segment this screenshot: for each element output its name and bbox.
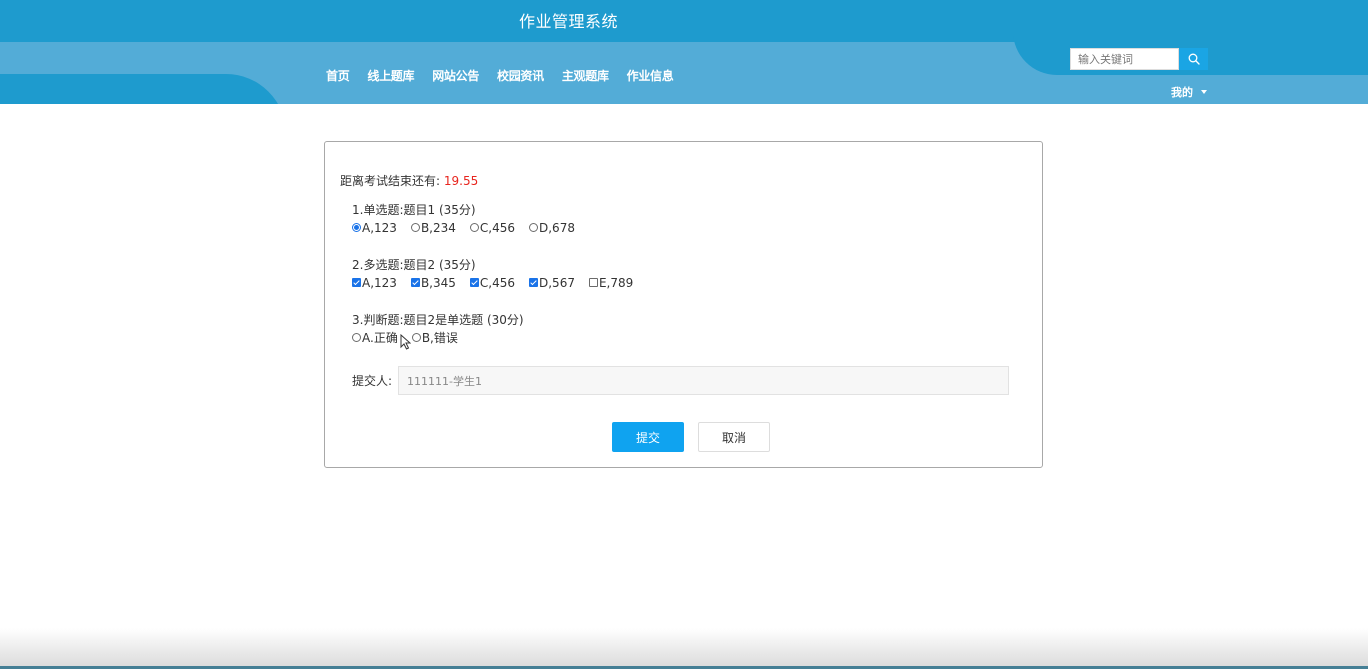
option-radio[interactable]: B,234 bbox=[410, 220, 456, 235]
exam-card: 距离考试结束还有: 19.55 1.单选题:题目1 (35分) A,123 B,… bbox=[324, 141, 1043, 468]
nav-item-subjective-bank[interactable]: 主观题库 bbox=[562, 67, 609, 84]
checkbox-checked[interactable] bbox=[529, 278, 538, 287]
option-label: D,567 bbox=[539, 275, 575, 290]
caret-down-icon bbox=[1201, 90, 1207, 94]
header-decoration-left bbox=[0, 74, 286, 104]
submitter-label: 提交人: bbox=[352, 374, 393, 388]
nav-item-announcements[interactable]: 网站公告 bbox=[432, 67, 479, 84]
option-label: A,123 bbox=[362, 275, 397, 290]
radio-checked[interactable] bbox=[352, 223, 361, 232]
mouse-cursor-icon bbox=[400, 334, 411, 350]
question-options: A,123 B,345 C,456 D,567 E,789 bbox=[352, 274, 647, 291]
submit-button[interactable]: 提交 bbox=[612, 422, 684, 452]
timer-label: 距离考试结束还有: bbox=[340, 174, 441, 188]
footer bbox=[0, 628, 1368, 666]
option-checkbox[interactable]: D,567 bbox=[529, 276, 575, 290]
timer-value: 19.55 bbox=[443, 174, 479, 188]
submitter-field[interactable] bbox=[398, 366, 1009, 395]
cancel-button[interactable]: 取消 bbox=[698, 422, 770, 452]
option-checkbox[interactable]: A,123 bbox=[352, 276, 397, 290]
radio-unchecked[interactable] bbox=[529, 223, 538, 232]
option-label: A,123 bbox=[362, 220, 397, 235]
option-radio[interactable]: A.正确 bbox=[352, 329, 398, 346]
radio-unchecked[interactable] bbox=[469, 223, 479, 232]
nav-item-home[interactable]: 首页 bbox=[326, 67, 350, 84]
option-radio[interactable]: B,错误 bbox=[411, 329, 458, 346]
option-label: B,错误 bbox=[421, 331, 458, 345]
option-radio[interactable]: D,678 bbox=[529, 221, 575, 235]
option-label: C,456 bbox=[479, 220, 515, 235]
checkbox-unchecked[interactable] bbox=[588, 278, 598, 287]
site-header: 作业管理系统 首页 线上题库 网站公告 校园资讯 主观题库 作业信息 我的 bbox=[0, 0, 1368, 104]
app-title: 作业管理系统 bbox=[519, 12, 619, 31]
question-title: 2.多选题:题目2 (35分) bbox=[352, 258, 476, 272]
option-checkbox[interactable]: C,456 bbox=[469, 275, 515, 290]
option-label: E,789 bbox=[598, 275, 634, 290]
submitter-row: 提交人: bbox=[352, 366, 1009, 395]
option-label: B,345 bbox=[420, 275, 456, 290]
question-3: 3.判断题:题目2是单选题 (30分) A.正确 B,错误 bbox=[352, 312, 524, 346]
question-1: 1.单选题:题目1 (35分) A,123 B,234 C,456 D,678 bbox=[352, 202, 589, 236]
checkbox-checked[interactable] bbox=[410, 278, 420, 287]
main-nav: 首页 线上题库 网站公告 校园资讯 主观题库 作业信息 bbox=[326, 67, 674, 84]
question-title: 3.判断题:题目2是单选题 (30分) bbox=[352, 313, 524, 327]
search-box bbox=[1070, 48, 1208, 70]
option-checkbox[interactable]: E,789 bbox=[588, 275, 634, 290]
checkbox-checked[interactable] bbox=[469, 278, 479, 287]
option-radio[interactable]: A,123 bbox=[352, 221, 397, 235]
user-menu-label: 我的 bbox=[1171, 86, 1193, 99]
nav-item-campus-news[interactable]: 校园资讯 bbox=[497, 67, 544, 84]
question-options: A,123 B,234 C,456 D,678 bbox=[352, 219, 589, 236]
search-button[interactable] bbox=[1179, 48, 1208, 70]
radio-unchecked[interactable] bbox=[352, 333, 361, 342]
question-2: 2.多选题:题目2 (35分) A,123 B,345 C,456 D,567 … bbox=[352, 257, 647, 291]
exam-timer: 距离考试结束还有: 19.55 bbox=[340, 172, 478, 189]
option-label: B,234 bbox=[420, 220, 456, 235]
question-title: 1.单选题:题目1 (35分) bbox=[352, 203, 476, 217]
search-icon bbox=[1188, 53, 1200, 65]
question-options: A.正确 B,错误 bbox=[352, 329, 524, 346]
checkbox-checked[interactable] bbox=[352, 278, 361, 287]
nav-item-homework-info[interactable]: 作业信息 bbox=[627, 67, 674, 84]
option-label: D,678 bbox=[539, 220, 575, 235]
option-label: C,456 bbox=[479, 275, 515, 290]
user-menu[interactable]: 我的 bbox=[1171, 84, 1207, 100]
nav-item-online-bank[interactable]: 线上题库 bbox=[367, 67, 414, 84]
radio-unchecked[interactable] bbox=[410, 223, 420, 232]
radio-unchecked[interactable] bbox=[411, 333, 421, 342]
option-radio[interactable]: C,456 bbox=[469, 220, 515, 235]
option-checkbox[interactable]: B,345 bbox=[410, 275, 456, 290]
search-input[interactable] bbox=[1070, 48, 1179, 70]
option-label: A.正确 bbox=[362, 331, 398, 345]
